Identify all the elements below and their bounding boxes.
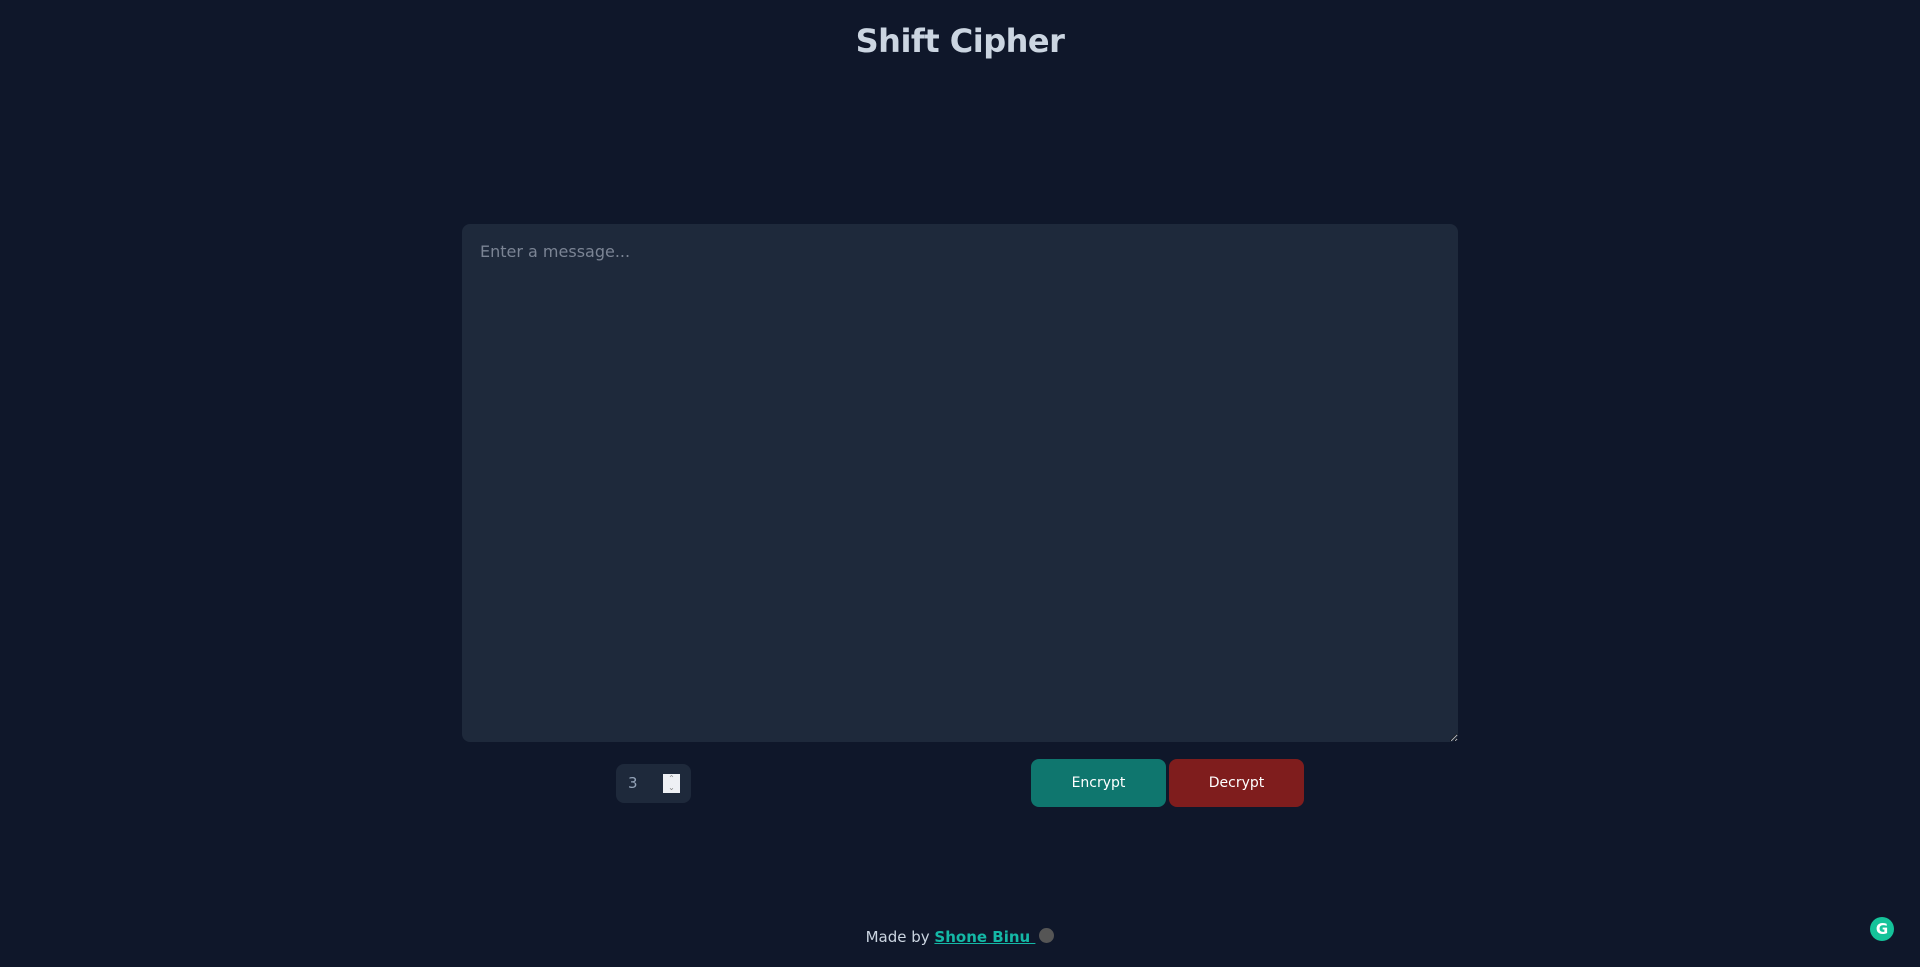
message-input[interactable] — [462, 224, 1458, 742]
spin-up-icon[interactable]: ⌃ — [668, 774, 675, 783]
decrypt-button[interactable]: Decrypt — [1169, 759, 1304, 807]
message-area: G — [462, 224, 1894, 941]
spin-down-icon[interactable]: ⌄ — [668, 783, 675, 792]
footer: Made by Shone Binu — [0, 928, 1920, 946]
footer-prefix: Made by — [865, 928, 935, 946]
author-link[interactable]: Shone Binu — [934, 928, 1035, 946]
shift-input[interactable] — [626, 773, 668, 793]
github-icon[interactable] — [1039, 928, 1055, 943]
encrypt-button[interactable]: Encrypt — [1031, 759, 1166, 807]
spin-buttons[interactable]: ⌃ ⌄ — [663, 774, 680, 793]
page-title: Shift Cipher — [855, 22, 1065, 60]
shift-stepper[interactable]: ⌃⌄ — [616, 764, 691, 803]
